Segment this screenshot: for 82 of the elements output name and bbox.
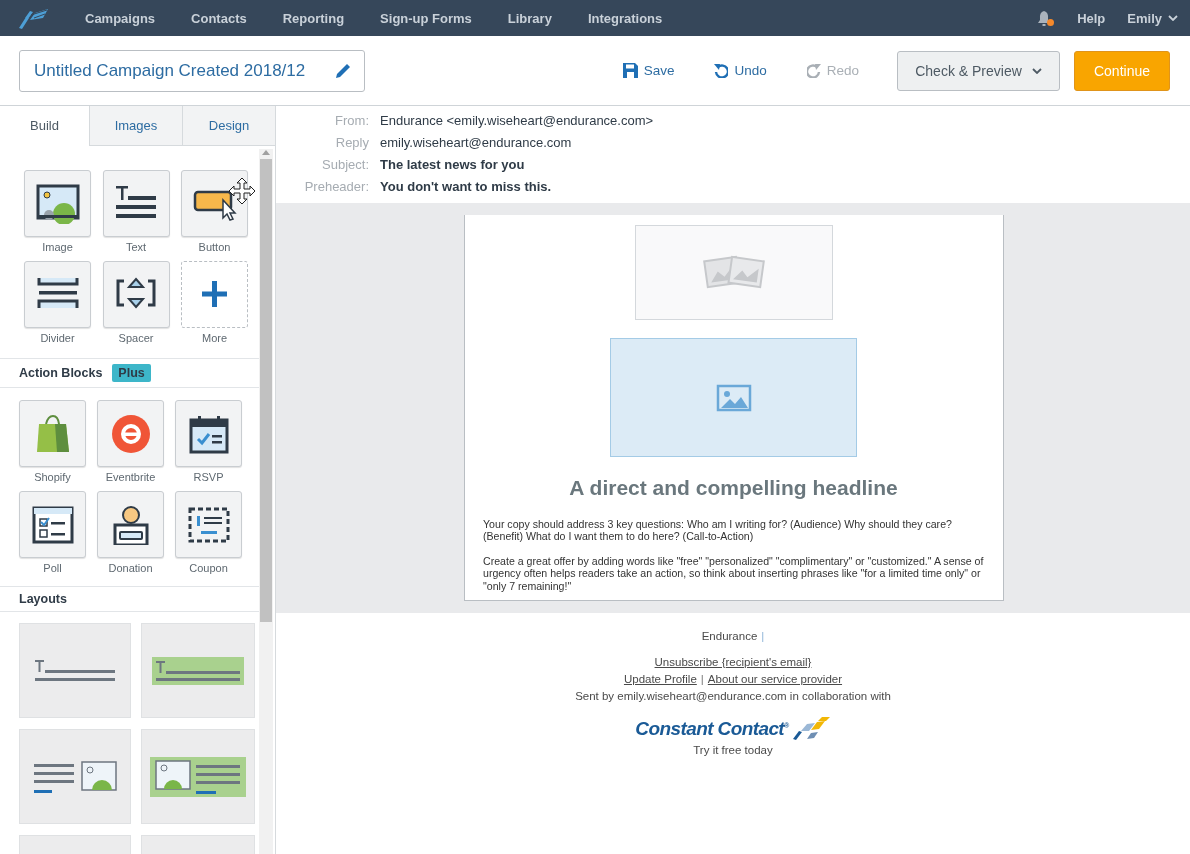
checklist-icon (30, 504, 75, 545)
check-preview-button[interactable]: Check & Preview (897, 50, 1060, 91)
help-link[interactable]: Help (1077, 10, 1106, 26)
block-tile[interactable] (24, 261, 91, 328)
picture-icon (715, 383, 752, 412)
nav-link[interactable]: Sign-up Forms (362, 10, 490, 26)
nav-link[interactable]: Reporting (264, 10, 363, 26)
user-menu[interactable]: Emily (1127, 10, 1178, 26)
layout-tile[interactable] (19, 623, 131, 718)
body-paragraph: Your copy should address 3 key questions: Who am I writing for? (Audience) Why should they care? (Benefit) What do I want them to do here? (Call-to-Action) (483, 518, 953, 543)
plus-badge: Plus (112, 364, 151, 382)
section-heading: Layouts (19, 592, 67, 606)
layout-preview-icon (33, 760, 117, 793)
framed-picture-icon (35, 183, 80, 224)
brand-logo-text[interactable]: Constant Contact$^{®}$ (635, 718, 789, 741)
field-label: From: (334, 113, 369, 128)
layout-preview-icon (35, 660, 115, 681)
block-label: Image (42, 241, 73, 253)
block-label: More (201, 332, 228, 344)
block-tile[interactable] (97, 400, 164, 467)
nav-link[interactable]: Contacts (173, 10, 265, 26)
nav-link[interactable]: Library (489, 10, 570, 26)
layout-preview-icon (150, 756, 246, 797)
block-label: Spacer (118, 332, 154, 344)
body-paragraph: Create a great offer by adding words like "free" "personalized" "complimentary" or "customized." A sense of urgency often helps readers take an action, so think about inserting phrases like "for a limited time only" or "only 7 remaining!" (483, 554, 984, 593)
chevron-down-icon (1031, 67, 1042, 74)
field-value[interactable]: The latest news for you (380, 157, 654, 172)
block-tile[interactable] (24, 170, 91, 237)
sidebar-tab[interactable]: Images (89, 106, 182, 146)
unsubscribe-link[interactable]: Unsubscribe {recipient's email} (654, 656, 812, 669)
block-tile[interactable] (19, 491, 86, 558)
block-tile[interactable] (97, 491, 164, 558)
block-label: Eventbrite (105, 471, 156, 483)
block-label: Donation (108, 562, 153, 574)
block-tile[interactable] (175, 400, 242, 467)
campaign-title-field[interactable]: Untitled Campaign Created 2018/12 (19, 49, 365, 92)
pencil-icon (334, 61, 352, 80)
tagline: Try it free today (693, 744, 773, 757)
field-value[interactable]: You don't want to miss this. (380, 179, 654, 194)
block-label: RSVP (193, 471, 224, 483)
nav-link[interactable]: Integrations (569, 10, 681, 26)
email-headline: A direct and compelling headline (569, 476, 898, 500)
field-label: Subject: (321, 157, 369, 172)
layout-tile[interactable] (141, 623, 255, 718)
separator: | (700, 673, 704, 686)
separator: | (761, 630, 765, 643)
scroll-up-icon (262, 149, 270, 155)
sent-by-text: Sent by emily.wiseheart@endurance.com in collaboration with (575, 690, 891, 703)
block-label: Shopify (34, 471, 71, 483)
chevron-down-icon (1168, 15, 1178, 21)
block-tile[interactable] (19, 400, 86, 467)
nav-link[interactable]: Campaigns (67, 10, 174, 26)
company-name: Endurance (701, 630, 758, 643)
logo-mark-icon (790, 717, 831, 742)
layout-tile[interactable] (19, 729, 131, 824)
section-heading: Action Blocks (19, 366, 103, 380)
undo-arrow-icon (714, 63, 729, 78)
block-tile[interactable] (181, 261, 248, 328)
update-profile-link[interactable]: Update Profile (623, 673, 697, 686)
undo-button[interactable]: Undo (714, 63, 767, 78)
layout-tile[interactable] (141, 729, 255, 824)
logo-icon (17, 6, 49, 30)
about-link[interactable]: About our service provider (707, 673, 843, 686)
move-cursor-icon (228, 177, 256, 205)
field-value[interactable]: Endurance <emily.wiseheart@endurance.com> (380, 113, 654, 128)
block-label: Coupon (189, 562, 228, 574)
block-label: Poll (43, 562, 62, 574)
scrollbar[interactable] (259, 149, 273, 854)
bell-icon[interactable] (1037, 9, 1056, 27)
block-label: Divider (40, 332, 75, 344)
block-tile[interactable] (102, 261, 170, 328)
sidebar-tab[interactable]: Design (182, 106, 275, 146)
save-button[interactable]: Save (622, 63, 675, 78)
field-label: Preheader: (303, 179, 369, 194)
block-tile[interactable] (175, 491, 242, 558)
field-value[interactable]: emily.wiseheart@endurance.com (380, 135, 654, 150)
block-label: Button (198, 241, 231, 253)
redo-arrow-icon (806, 63, 821, 78)
layout-preview-icon (152, 656, 244, 685)
block-label: Text (125, 241, 147, 253)
field-label: Reply (334, 135, 369, 150)
block-tile[interactable] (102, 170, 170, 237)
